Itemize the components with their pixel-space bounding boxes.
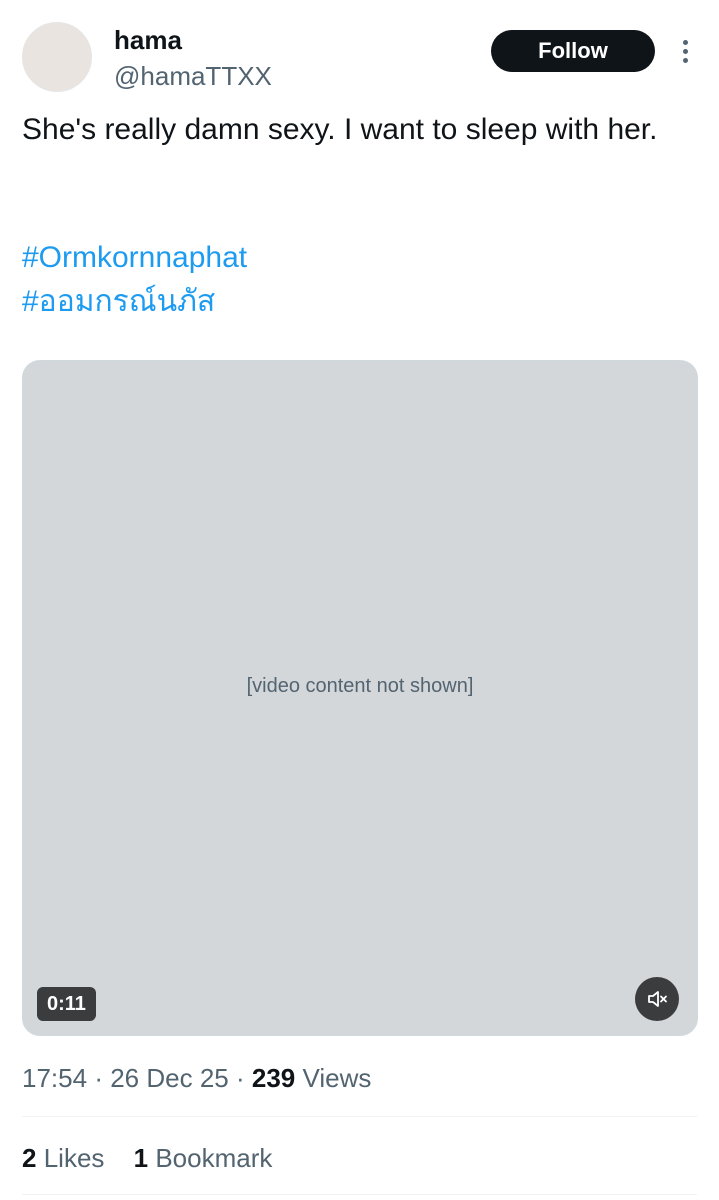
divider bbox=[22, 1116, 697, 1117]
follow-button[interactable]: Follow bbox=[491, 30, 655, 72]
author-handle[interactable]: @hamaTTXX bbox=[114, 60, 272, 92]
tweet-meta: 17:54 · 26 Dec 25 · 239 Views bbox=[22, 1060, 371, 1096]
tweet-text: She's really damn sexy. I want to sleep … bbox=[22, 113, 658, 146]
bookmarks-label: Bookmark bbox=[155, 1143, 273, 1173]
divider bbox=[22, 1194, 697, 1195]
views-label: Views bbox=[302, 1063, 372, 1093]
likes-label: Likes bbox=[43, 1143, 105, 1173]
bookmarks-stat[interactable]: 1 Bookmark bbox=[134, 1143, 273, 1173]
tweet-time[interactable]: 17:54 bbox=[22, 1063, 87, 1093]
hashtag-list: #Ormkornnaphat #ออมกรณ์นภัส bbox=[22, 236, 247, 324]
meta-separator: · bbox=[235, 1063, 245, 1093]
author-name[interactable]: hama bbox=[114, 24, 182, 56]
engagement-stats: 2 Likes 1 Bookmark bbox=[22, 1140, 272, 1176]
avatar[interactable] bbox=[22, 22, 92, 92]
speaker-muted-icon bbox=[648, 991, 667, 1007]
mute-toggle-button[interactable] bbox=[635, 977, 679, 1021]
views-count: 239 bbox=[251, 1063, 296, 1093]
tweet: hama @hamaTTXX Follow She's really damn … bbox=[0, 0, 719, 1200]
more-options-icon[interactable] bbox=[673, 34, 697, 68]
video-duration-badge: 0:11 bbox=[37, 987, 96, 1021]
video-player[interactable]: [video content not shown] 0:11 bbox=[22, 360, 698, 1036]
meta-separator: · bbox=[94, 1063, 103, 1093]
hashtag-link[interactable]: #Ormkornnaphat bbox=[22, 236, 247, 280]
bookmarks-count: 1 bbox=[133, 1143, 149, 1173]
tweet-header: hama @hamaTTXX Follow bbox=[22, 22, 697, 94]
likes-stat[interactable]: 2 Likes bbox=[22, 1143, 112, 1173]
likes-count: 2 bbox=[22, 1143, 37, 1173]
hashtag-link[interactable]: #ออมกรณ์นภัส bbox=[22, 280, 247, 324]
tweet-date[interactable]: 26 Dec 25 bbox=[110, 1063, 229, 1093]
video-placeholder-note: [video content not shown] bbox=[246, 675, 474, 697]
